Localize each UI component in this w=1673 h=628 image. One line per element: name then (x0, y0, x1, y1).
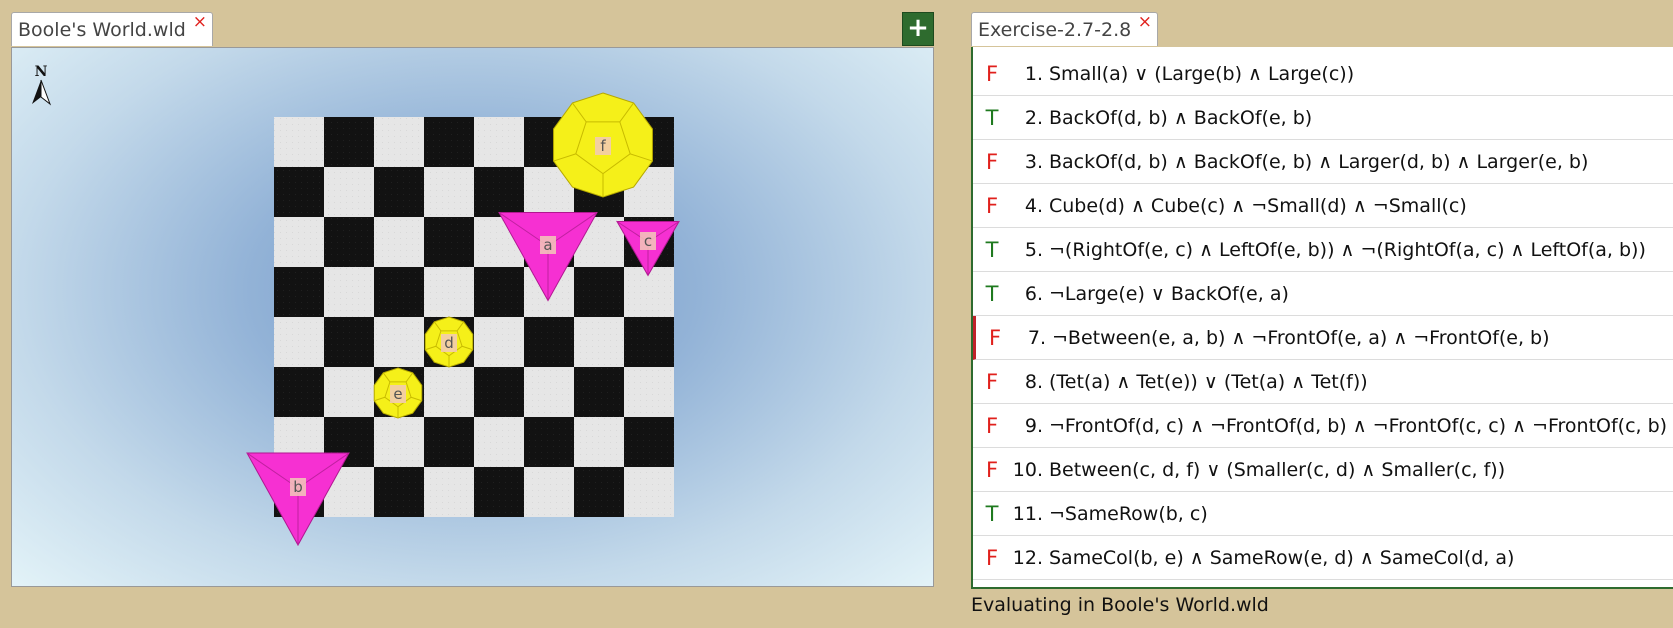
sentence-number: 12. (1012, 546, 1043, 569)
truth-value: F (985, 149, 999, 174)
sentence-row[interactable]: F 3. BackOf(d, b) ∧ BackOf(e, b) ∧ Larger(… (973, 140, 1673, 184)
sentence-number: 6. (1024, 282, 1043, 305)
compass-icon: N (32, 64, 52, 106)
truth-value: F (985, 369, 999, 394)
truth-value: F (985, 413, 999, 438)
sentence-row[interactable]: F 7. ¬Between(e, a, b) ∧ ¬FrontOf(e, a) ∧ … (973, 316, 1673, 360)
sentence-row[interactable]: F 10. Between(c, d, f) ∨ (Smaller(c, d) ∧ … (973, 448, 1673, 492)
sentence-row[interactable]: T 11. ¬SameRow(b, c) (973, 492, 1673, 536)
block-f[interactable]: f (553, 92, 653, 198)
truth-value: T (985, 105, 999, 130)
sentence-number: 10. (1012, 458, 1043, 481)
sentence-formula[interactable]: ¬FrontOf(d, c) ∧ ¬FrontOf(d, b) ∧ ¬Front… (1049, 415, 1667, 437)
block-d[interactable]: d (424, 316, 474, 368)
truth-value: F (985, 457, 999, 482)
tab-exercise[interactable]: Exercise-2.7-2.8 × (971, 12, 1158, 46)
sentence-number: 7. (1027, 326, 1046, 349)
sentence-row[interactable]: T 5. ¬(RightOf(e, c) ∧ LeftOf(e, b)) ∧ ¬(R… (973, 228, 1673, 272)
sentence-formula[interactable]: Between(c, d, f) ∨ (Smaller(c, d) ∧ Smal… (1049, 459, 1505, 481)
tab-boole-world[interactable]: Boole's World.wld × (11, 12, 213, 46)
truth-value: F (985, 545, 999, 570)
object-label: f (600, 137, 606, 155)
sentence-row[interactable]: F 4. Cube(d) ∧ Cube(c) ∧ ¬Small(d) ∧ ¬Smal… (973, 184, 1673, 228)
truth-value: F (985, 193, 999, 218)
sentence-formula[interactable]: ¬SameRow(b, c) (1049, 503, 1208, 525)
sentence-number: 3. (1024, 150, 1043, 173)
compass-label: N (35, 64, 48, 80)
object-label: b (293, 478, 303, 496)
sentence-row[interactable]: F 1. Small(a) ∨ (Large(b) ∧ Large(c)) (973, 52, 1673, 96)
truth-value: F (985, 61, 999, 86)
truth-value: F (988, 325, 1002, 350)
sentence-formula[interactable]: BackOf(d, b) ∧ BackOf(e, b) (1049, 107, 1312, 129)
sentence-formula[interactable]: Cube(d) ∧ Cube(c) ∧ ¬Small(d) ∧ ¬Small(c… (1049, 195, 1467, 217)
sentence-number: 1. (1024, 62, 1043, 85)
sentence-formula[interactable]: BackOf(d, b) ∧ BackOf(e, b) ∧ Larger(d, … (1049, 151, 1588, 173)
sentence-formula[interactable]: SameCol(b, e) ∧ SameRow(e, d) ∧ SameCol(… (1049, 547, 1514, 569)
sentence-row[interactable]: F 8. (Tet(a) ∧ Tet(e)) ∨ (Tet(a) ∧ Tet(f)) (973, 360, 1673, 404)
close-icon[interactable]: × (1138, 12, 1152, 32)
sentence-list[interactable]: F 1. Small(a) ∨ (Large(b) ∧ Large(c)) T 2. Ba… (971, 47, 1673, 589)
sentence-row[interactable]: T 2. BackOf(d, b) ∧ BackOf(e, b) (973, 96, 1673, 140)
sentence-number: 5. (1024, 238, 1043, 261)
tab-exercise-label: Exercise-2.7-2.8 (978, 19, 1132, 41)
sentence-number: 4. (1024, 194, 1043, 217)
world-canvas[interactable]: N f a c d e b (12, 48, 933, 586)
world-view[interactable]: N f a c d e b (11, 47, 934, 587)
truth-value: T (985, 281, 999, 306)
tab-world-label: Boole's World.wld (18, 19, 186, 41)
sentence-row[interactable]: T 6. ¬Large(e) ∨ BackOf(e, a) (973, 272, 1673, 316)
close-icon[interactable]: × (193, 12, 207, 32)
object-label: a (543, 236, 552, 254)
sentence-row[interactable]: F 9. ¬FrontOf(d, c) ∧ ¬FrontOf(d, b) ∧ ¬Fr… (973, 404, 1673, 448)
sentence-number: 8. (1024, 370, 1043, 393)
sentence-formula[interactable]: (Tet(a) ∧ Tet(e)) ∨ (Tet(a) ∧ Tet(f)) (1049, 371, 1368, 393)
sentence-number: 11. (1012, 502, 1043, 525)
sentence-number: 2. (1024, 106, 1043, 129)
sentence-formula[interactable]: ¬Between(e, a, b) ∧ ¬FrontOf(e, a) ∧ ¬Fr… (1052, 327, 1550, 349)
sentence-number: 9. (1024, 414, 1043, 437)
object-label: d (444, 334, 454, 352)
block-e[interactable]: e (373, 367, 423, 419)
sentence-formula[interactable]: ¬(RightOf(e, c) ∧ LeftOf(e, b)) ∧ ¬(Righ… (1049, 239, 1646, 261)
object-label: c (644, 232, 652, 250)
status-text: Evaluating in Boole's World.wld (971, 594, 1269, 616)
sentence-row[interactable]: F 12. SameCol(b, e) ∧ SameRow(e, d) ∧ Same… (973, 536, 1673, 580)
sentence-formula[interactable]: Small(a) ∨ (Large(b) ∧ Large(c)) (1049, 63, 1354, 85)
object-label: e (393, 385, 402, 403)
add-button[interactable]: + (902, 12, 934, 46)
truth-value: T (985, 501, 999, 526)
sentence-formula[interactable]: ¬Large(e) ∨ BackOf(e, a) (1049, 283, 1289, 305)
truth-value: T (985, 237, 999, 262)
